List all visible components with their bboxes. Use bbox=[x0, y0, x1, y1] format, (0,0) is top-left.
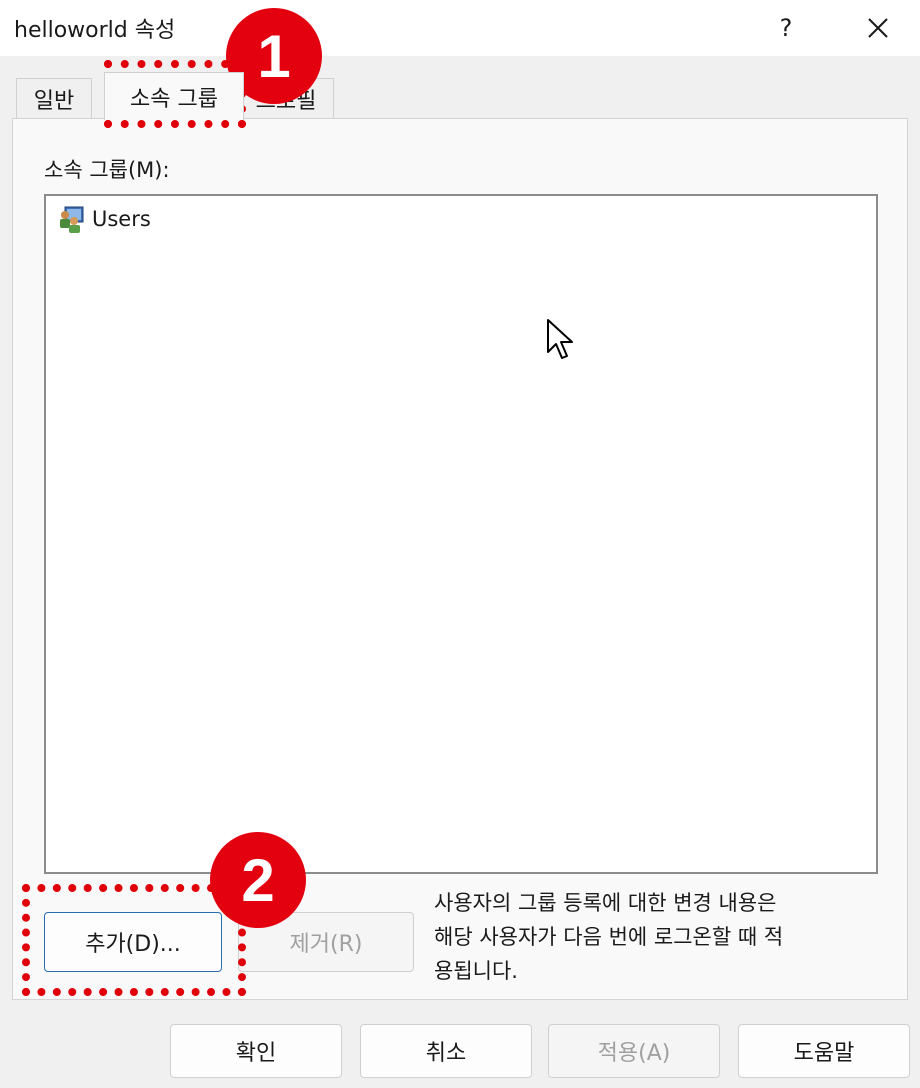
title-bar: helloworld 속성 ? bbox=[0, 0, 920, 56]
apply-button[interactable]: 적용(A) bbox=[548, 1024, 720, 1078]
help-button[interactable]: ? bbox=[760, 0, 812, 56]
highlight-marker-2 bbox=[22, 884, 246, 996]
list-item[interactable]: Users bbox=[56, 204, 151, 234]
close-button[interactable] bbox=[850, 0, 906, 56]
group-change-note: 사용자의 그룹 등록에 대한 변경 내용은 해당 사용자가 다음 번에 로그온할… bbox=[434, 891, 784, 983]
users-group-icon bbox=[60, 206, 84, 233]
mouse-cursor-icon bbox=[547, 319, 573, 359]
ok-button[interactable]: 확인 bbox=[170, 1024, 342, 1078]
window-title: helloworld 속성 bbox=[14, 18, 176, 43]
close-icon bbox=[868, 18, 888, 38]
tab-member-of[interactable]: 소속 그룹 bbox=[104, 72, 244, 120]
help-dialog-button[interactable]: 도움말 bbox=[738, 1024, 910, 1078]
tab-general[interactable]: 일반 bbox=[16, 78, 92, 118]
cancel-button[interactable]: 취소 bbox=[360, 1024, 532, 1078]
group-name: Users bbox=[92, 207, 151, 231]
member-of-label: 소속 그룹(M): bbox=[44, 158, 170, 182]
step-badge-2: 2 bbox=[210, 832, 306, 928]
group-listbox[interactable]: Users bbox=[44, 194, 878, 874]
